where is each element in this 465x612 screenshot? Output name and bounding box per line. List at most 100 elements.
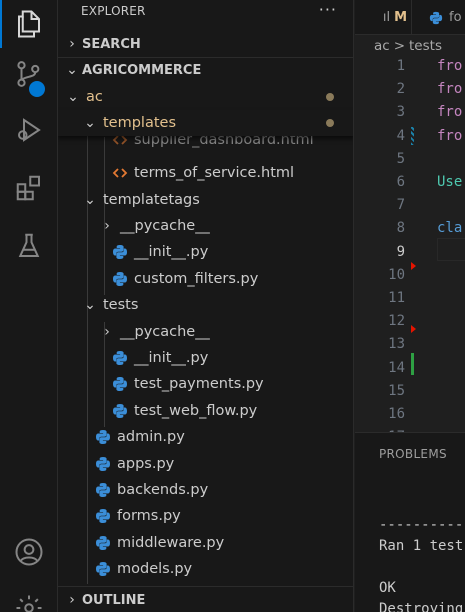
tree-folder[interactable]: ⌄ ac xyxy=(58,84,353,110)
tree-item-label: custom_filters.py xyxy=(134,270,259,287)
line-number: 11 xyxy=(388,290,405,306)
line-number: 1 xyxy=(396,58,405,74)
search-section-header[interactable]: › SEARCH xyxy=(58,31,353,57)
sticky-scroll-header[interactable]: ⌄ templates xyxy=(58,110,353,136)
tree-file[interactable]: test_web_flow.py xyxy=(58,398,353,424)
line-number: 8 xyxy=(396,220,405,237)
tree-file[interactable]: apps.py xyxy=(58,451,353,477)
chevron-right-icon: › xyxy=(104,218,110,234)
line-number: 14 xyxy=(388,359,405,376)
python-file-icon xyxy=(112,376,128,392)
tree-item-label: admin.py xyxy=(117,429,185,446)
tree-folder[interactable]: › __pycache__ xyxy=(58,319,353,345)
search-section-label: SEARCH xyxy=(82,36,141,52)
editor-tab[interactable]: fo xyxy=(413,0,465,35)
tree-file[interactable]: backends.py xyxy=(58,477,353,503)
tab-label: ıl xyxy=(382,10,391,25)
run-debug-activity-button[interactable] xyxy=(0,106,58,154)
tree-file[interactable]: models.py xyxy=(58,556,353,582)
workspace-section-label: AGRICOMMERCE xyxy=(82,62,202,78)
bottom-panel: PROBLEMS ---------- Ran 1 test OK Destro… xyxy=(355,432,465,612)
tree-file[interactable]: __init__.py xyxy=(58,239,353,265)
beaker-icon xyxy=(18,233,40,257)
accounts-activity-button[interactable] xyxy=(0,528,58,576)
line-number: 16 xyxy=(388,406,405,422)
modified-dot-icon xyxy=(326,119,334,127)
tree-folder[interactable]: ⌄ templatetags xyxy=(58,187,353,213)
tree-file[interactable]: forms.py xyxy=(58,503,353,529)
explorer-title: EXPLORER xyxy=(81,4,146,18)
breadcrumb-item[interactable]: tests xyxy=(409,38,442,54)
modified-dot-icon xyxy=(326,93,334,101)
tree-file[interactable]: admin.py xyxy=(58,424,353,450)
chevron-down-icon: ⌄ xyxy=(84,297,96,314)
tree-item-label: models.py xyxy=(117,561,193,578)
editor-tab[interactable]: ıl M xyxy=(355,0,412,35)
tree-item-label: test_payments.py xyxy=(134,376,264,393)
modified-lines-marker[interactable] xyxy=(411,127,414,145)
deleted-lines-marker[interactable] xyxy=(411,262,416,270)
tree-folder[interactable]: ⌄ templates xyxy=(58,110,353,136)
python-file-icon xyxy=(95,535,111,551)
tree-file[interactable]: custom_filters.py xyxy=(58,266,353,292)
clock-badge-icon xyxy=(27,79,47,99)
tree-file[interactable]: terms_of_service.html xyxy=(58,160,353,186)
more-actions-button[interactable]: ··· xyxy=(319,0,337,19)
python-file-icon xyxy=(95,456,111,472)
tree-item-label: apps.py xyxy=(117,455,175,472)
tree-file[interactable]: signals.py xyxy=(58,583,353,584)
tree-file[interactable]: middleware.py xyxy=(58,530,353,556)
current-line-highlight xyxy=(437,238,465,261)
line-number: 12 xyxy=(388,313,405,330)
line-number: 10 xyxy=(388,266,405,283)
workspace-section-header[interactable]: ⌄ AGRICOMMERCE xyxy=(58,57,353,83)
explorer-activity-button[interactable] xyxy=(0,0,58,48)
tree-file[interactable]: __init__.py xyxy=(58,345,353,371)
chevron-right-icon: › xyxy=(104,323,110,340)
manage-activity-button[interactable] xyxy=(0,584,58,612)
debug-icon xyxy=(18,118,41,142)
python-file-icon xyxy=(112,350,128,366)
terminal-line: OK xyxy=(379,580,396,596)
code-line: fro xyxy=(437,127,463,144)
tree-item-label: terms_of_service.html xyxy=(134,165,295,182)
tree-item-label: templatetags xyxy=(103,191,200,208)
python-file-icon xyxy=(112,244,128,260)
explorer-sidebar: EXPLORER ··· › SEARCH ⌄ AGRICOMMERCE ⌄ ac… xyxy=(58,0,354,612)
breadcrumb-item[interactable]: ac xyxy=(374,38,390,54)
extensions-activity-button[interactable] xyxy=(0,164,58,212)
chevron-down-icon: ⌄ xyxy=(84,115,96,131)
code-editor[interactable]: 1 fro 2 fro 3 fro 4 fro 5 6 Use 7 8 cla 9 10 11 12 13 14 15 1… xyxy=(355,57,465,432)
python-file-icon xyxy=(95,482,111,498)
terminal-line: Destroying xyxy=(379,601,464,612)
deleted-lines-marker[interactable] xyxy=(411,325,416,333)
python-file-icon xyxy=(95,508,111,524)
tree-file[interactable]: test_payments.py xyxy=(58,371,353,397)
file-tree: ⌄ ac supplier_dashboard.html terms_of_servi… xyxy=(58,84,353,584)
explorer-header: EXPLORER ··· xyxy=(58,0,353,22)
added-lines-marker[interactable] xyxy=(411,353,414,375)
tab-label: fo xyxy=(449,10,462,25)
line-number: 13 xyxy=(388,336,405,353)
tree-item-label: __pycache__ xyxy=(120,323,210,340)
line-number: 7 xyxy=(396,197,405,214)
tree-folder[interactable]: ⌄ tests xyxy=(58,292,353,318)
testing-activity-button[interactable] xyxy=(0,222,58,270)
code-line: Use xyxy=(437,174,463,190)
html-file-icon xyxy=(112,165,128,181)
outline-section-header[interactable]: › OUTLINE xyxy=(58,587,353,612)
tree-item-label: tests xyxy=(103,297,139,314)
tree-item-label: test_web_flow.py xyxy=(134,402,258,419)
source-control-activity-button[interactable] xyxy=(0,50,58,99)
python-file-icon xyxy=(112,403,128,419)
chevron-right-icon: › xyxy=(69,36,75,52)
gear-icon xyxy=(16,595,42,612)
tree-item-label: templates xyxy=(103,115,177,131)
chevron-down-icon: ⌄ xyxy=(66,62,78,78)
terminal-line: ---------- xyxy=(379,517,464,533)
terminal-line: Ran 1 test xyxy=(379,538,464,554)
tree-folder[interactable]: › __pycache__ xyxy=(58,213,353,239)
code-line: fro xyxy=(437,104,463,121)
problems-tab[interactable]: PROBLEMS xyxy=(379,447,447,461)
chevron-down-icon: ⌄ xyxy=(84,191,96,208)
